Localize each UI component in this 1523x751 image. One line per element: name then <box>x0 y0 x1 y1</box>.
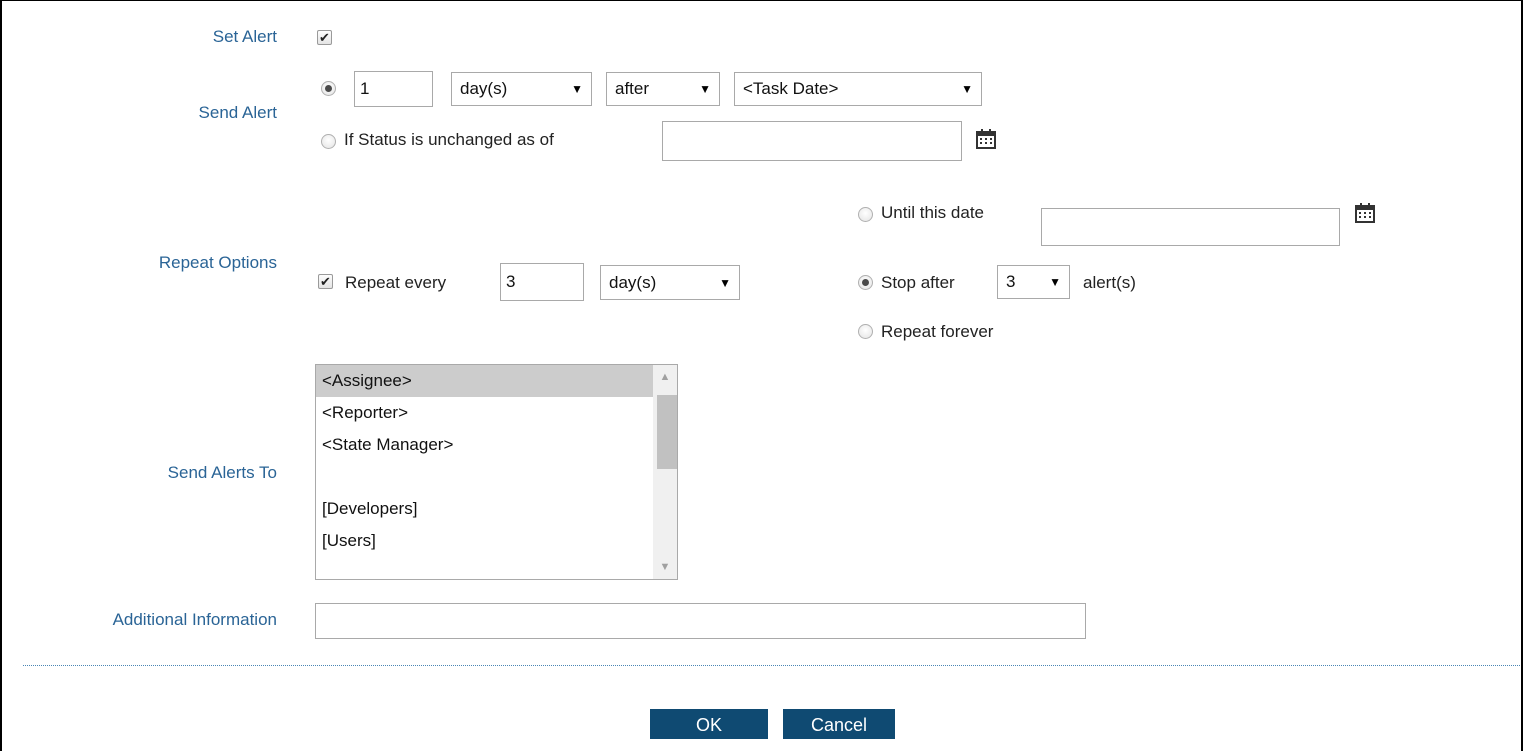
stop-after-count-value: 3 <box>1006 272 1016 291</box>
stop-after-suffix: alert(s) <box>1083 273 1136 292</box>
checkmark-icon: ✔ <box>319 30 330 45</box>
until-date-input[interactable] <box>1041 208 1340 246</box>
calendar-icon[interactable] <box>1355 203 1375 223</box>
recipients-listbox[interactable]: <Assignee> <Reporter> <State Manager> [D… <box>315 364 678 580</box>
additional-information-input[interactable] <box>315 603 1086 639</box>
listbox-scrollbar[interactable]: ▲ ▼ <box>653 365 677 579</box>
checkmark-icon: ✔ <box>320 274 331 289</box>
list-item[interactable]: <State Manager> <box>316 429 677 461</box>
scroll-down-icon[interactable]: ▼ <box>653 561 677 573</box>
set-alert-label: Set Alert <box>212 27 277 46</box>
send-alert-label: Send Alert <box>198 103 277 122</box>
repeat-every-label: Repeat every <box>345 273 447 292</box>
send-alert-relation-value: after <box>615 79 650 98</box>
additional-information-label: Additional Information <box>112 610 277 629</box>
list-item[interactable]: [Users] <box>316 525 677 557</box>
list-item[interactable] <box>316 461 677 493</box>
repeat-options-label: Repeat Options <box>158 253 277 272</box>
status-date-input[interactable] <box>662 121 962 161</box>
ok-button[interactable]: OK <box>650 709 768 739</box>
status-unchanged-label: If Status is unchanged as of <box>344 130 554 149</box>
repeat-every-checkbox[interactable]: ✔ <box>318 274 333 289</box>
send-alerts-to-label: Send Alerts To <box>167 463 277 482</box>
send-alert-unit-value: day(s) <box>460 79 508 98</box>
cancel-button[interactable]: Cancel <box>783 709 895 739</box>
until-date-radio[interactable] <box>858 207 873 222</box>
list-item[interactable]: [Developers] <box>316 493 677 525</box>
scroll-up-icon[interactable]: ▲ <box>653 371 677 383</box>
send-alert-amount-input[interactable] <box>354 71 433 107</box>
send-alert-relative-radio[interactable] <box>321 81 336 96</box>
set-alert-checkbox[interactable]: ✔ <box>317 30 332 45</box>
repeat-forever-radio[interactable] <box>858 324 873 339</box>
stop-after-radio[interactable] <box>858 275 873 290</box>
send-alert-unit-select[interactable]: day(s) ▼ <box>451 72 592 106</box>
chevron-down-icon: ▼ <box>571 82 583 96</box>
send-alert-reference-value: <Task Date> <box>743 79 839 98</box>
list-item[interactable]: <Assignee> <box>316 365 677 397</box>
chevron-down-icon: ▼ <box>699 82 711 96</box>
scrollbar-thumb[interactable] <box>657 395 677 469</box>
stop-after-count-select[interactable]: 3 ▼ <box>997 265 1070 299</box>
repeat-amount-input[interactable] <box>500 263 584 301</box>
stop-after-label: Stop after <box>881 273 955 292</box>
calendar-icon[interactable] <box>976 129 996 149</box>
chevron-down-icon: ▼ <box>719 275 731 290</box>
list-item[interactable]: <Reporter> <box>316 397 677 429</box>
chevron-down-icon: ▼ <box>1049 275 1061 289</box>
send-alert-status-radio[interactable] <box>321 134 336 149</box>
chevron-down-icon: ▼ <box>961 82 973 96</box>
until-date-label: Until this date <box>881 203 984 222</box>
send-alert-relation-select[interactable]: after ▼ <box>606 72 720 106</box>
send-alert-reference-select[interactable]: <Task Date> ▼ <box>734 72 982 106</box>
repeat-unit-value: day(s) <box>609 272 657 292</box>
repeat-forever-label: Repeat forever <box>881 322 994 341</box>
repeat-unit-select[interactable]: day(s) ▼ <box>600 265 740 300</box>
divider <box>23 665 1520 666</box>
